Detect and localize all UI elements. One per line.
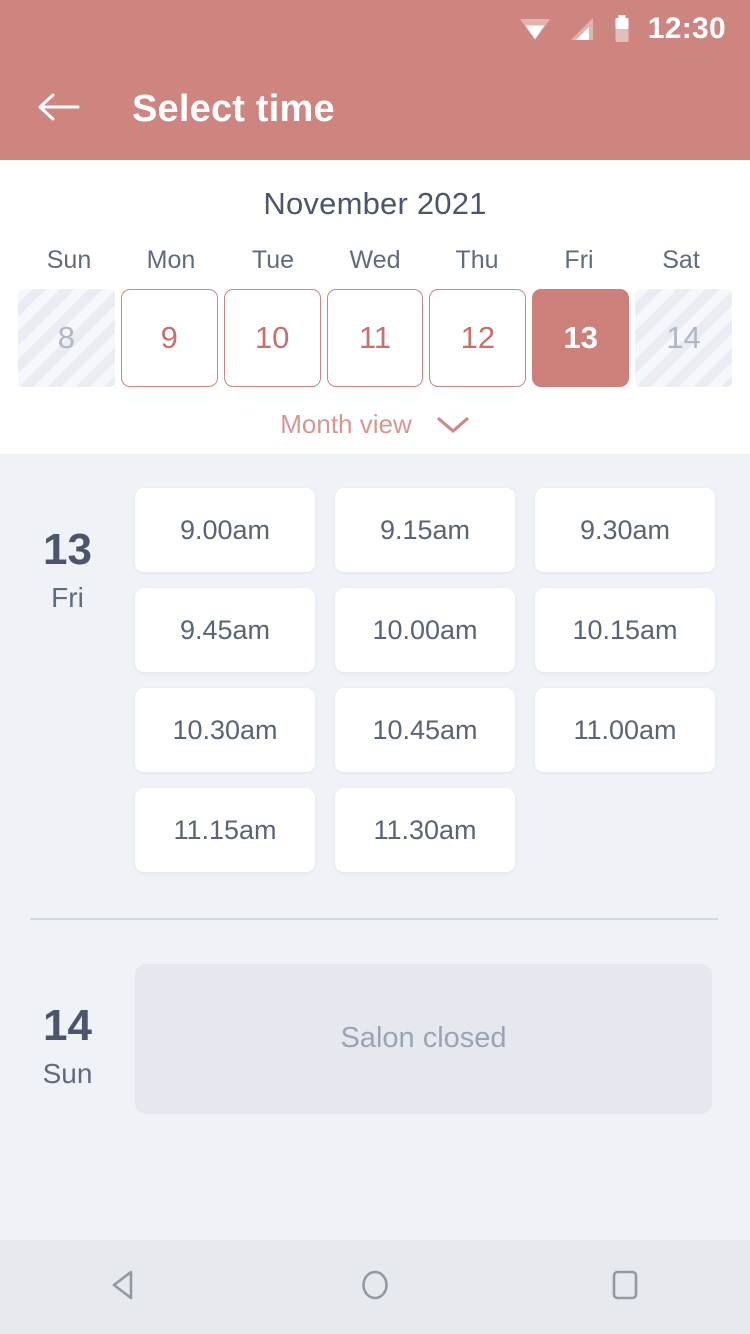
time-slot[interactable]: 11.00am bbox=[535, 688, 715, 772]
phone-screen: 12:30 Select time November 2021 Sun Mon … bbox=[0, 0, 750, 1334]
status-bar-clock: 12:30 bbox=[647, 12, 726, 45]
slot-scroll-area[interactable]: 13 Fri 9.00am 9.15am 9.30am 9.45am 10.00… bbox=[0, 454, 750, 1240]
day-label-13: 13 Fri bbox=[0, 488, 135, 872]
back-arrow-icon bbox=[36, 90, 80, 129]
time-slot[interactable]: 10.15am bbox=[535, 588, 715, 672]
date-cell-8: 8 bbox=[18, 289, 115, 387]
time-slot[interactable]: 9.45am bbox=[135, 588, 315, 672]
time-slot[interactable]: 9.00am bbox=[135, 488, 315, 572]
nav-back-button[interactable] bbox=[80, 1240, 170, 1334]
month-view-toggle[interactable]: Month view bbox=[0, 409, 750, 440]
weekday-label: Thu bbox=[455, 246, 499, 274]
weekday-label: Tue bbox=[251, 246, 295, 274]
page-title: Select time bbox=[132, 87, 335, 130]
calendar-weekday-row: Sun Mon Tue Wed Thu Fri Sat bbox=[0, 246, 750, 275]
weekday-label: Sun bbox=[46, 246, 92, 274]
time-slot[interactable]: 10.45am bbox=[335, 688, 515, 772]
time-slot[interactable]: 9.30am bbox=[535, 488, 715, 572]
day-name: Fri bbox=[51, 582, 84, 613]
time-slot[interactable]: 9.15am bbox=[335, 488, 515, 572]
time-slot-grid: 9.00am 9.15am 9.30am 9.45am 10.00am 10.1… bbox=[135, 488, 750, 872]
weekday-label: Mon bbox=[146, 246, 196, 274]
time-slot[interactable]: 11.15am bbox=[135, 788, 315, 872]
wifi-icon bbox=[519, 16, 551, 42]
date-cell-13-selected[interactable]: 13 bbox=[532, 289, 630, 387]
calendar-month-title: November 2021 bbox=[263, 186, 487, 221]
day-label-14: 14 Sun bbox=[0, 964, 135, 1114]
weekday-label: Fri bbox=[564, 246, 594, 274]
nav-home-button[interactable] bbox=[330, 1240, 420, 1334]
salon-closed-panel: Salon closed bbox=[135, 963, 712, 1114]
android-recents-icon bbox=[606, 1266, 644, 1309]
android-home-icon bbox=[356, 1266, 394, 1309]
time-slot[interactable]: 11.30am bbox=[335, 788, 515, 872]
chevron-down-icon bbox=[436, 415, 470, 435]
android-nav-bar bbox=[0, 1240, 750, 1334]
date-cell-14: 14 bbox=[635, 289, 732, 387]
day-section-13: 13 Fri 9.00am 9.15am 9.30am 9.45am 10.00… bbox=[0, 454, 750, 872]
time-slot[interactable]: 10.30am bbox=[135, 688, 315, 772]
battery-icon bbox=[613, 15, 631, 43]
weekday-label: Sat bbox=[662, 246, 700, 274]
calendar-date-row: 8 9 10 11 12 13 14 bbox=[0, 289, 750, 387]
calendar-card: November 2021 Sun Mon Tue Wed Thu Fri Sa… bbox=[0, 160, 750, 454]
android-back-icon bbox=[106, 1266, 144, 1309]
date-cell-12[interactable]: 12 bbox=[429, 289, 527, 387]
status-bar: 12:30 bbox=[0, 0, 750, 58]
day-section-14: 14 Sun Salon closed bbox=[0, 920, 750, 1114]
app-bar: Select time bbox=[0, 58, 750, 160]
back-button[interactable] bbox=[32, 83, 84, 135]
day-number: 14 bbox=[43, 1000, 92, 1050]
time-slot[interactable]: 10.00am bbox=[335, 588, 515, 672]
nav-recents-button[interactable] bbox=[580, 1240, 670, 1334]
weekday-label: Wed bbox=[349, 246, 401, 274]
day-number: 13 bbox=[43, 525, 92, 574]
date-cell-10[interactable]: 10 bbox=[223, 289, 321, 387]
date-cell-9[interactable]: 9 bbox=[120, 289, 218, 387]
cellular-signal-icon bbox=[568, 16, 596, 42]
month-view-label: Month view bbox=[280, 409, 412, 439]
day-name: Sun bbox=[42, 1057, 93, 1089]
date-cell-11[interactable]: 11 bbox=[326, 289, 424, 387]
